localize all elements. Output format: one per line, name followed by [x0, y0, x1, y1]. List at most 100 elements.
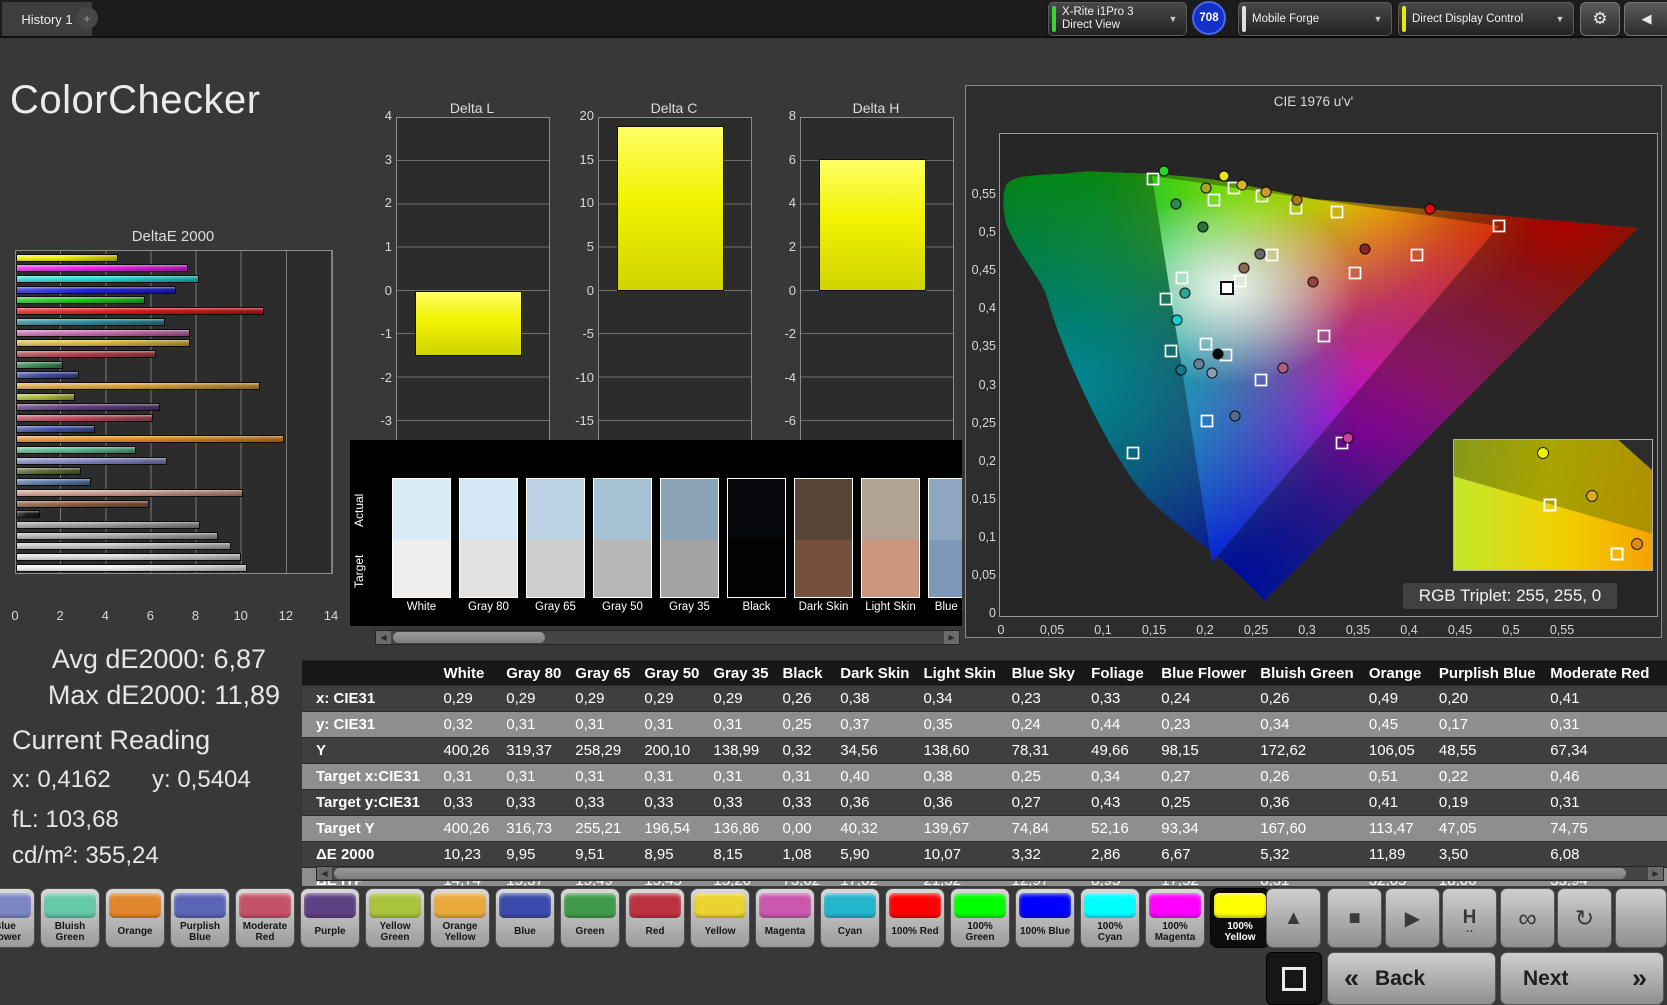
- settings-button[interactable]: ⚙: [1580, 2, 1620, 36]
- table-cell: 113,47: [1354, 815, 1425, 842]
- table-cell: 0,22: [1424, 763, 1537, 790]
- de-bar-blue-sky: [16, 478, 91, 487]
- pattern-button-red[interactable]: Red: [625, 888, 685, 948]
- pattern-button-magenta[interactable]: Magenta: [755, 888, 815, 948]
- cie-x-tick: 0,55: [1549, 623, 1575, 637]
- cie-y-tick: 0,4: [978, 301, 996, 316]
- pattern-button-100-cyan[interactable]: 100% Cyan: [1080, 888, 1140, 948]
- scroll-right-icon[interactable]: ▶: [1648, 867, 1663, 880]
- swatch-label: Light Skin: [865, 601, 916, 613]
- de-bar-gray-50: [16, 531, 218, 540]
- next-button[interactable]: Next »: [1500, 952, 1664, 1005]
- table-col-gray-35: Gray 35: [699, 660, 769, 686]
- pattern-button-100-green[interactable]: 100% Green: [950, 888, 1010, 948]
- back-button[interactable]: « Back: [1327, 952, 1496, 1005]
- delta-h-tick: -4: [784, 369, 796, 385]
- pattern-window-toggle[interactable]: [1266, 952, 1322, 1005]
- pattern-label: Orange Yellow: [442, 920, 478, 943]
- inset-measured-marker: [1585, 489, 1598, 502]
- table-row: y: CIE31 0,32 0,31 0,31 0,31 0,31 0,25 0,37 0,35…: [302, 711, 1667, 738]
- table-cell: 10,07: [909, 841, 998, 868]
- delta-c-chart: Delta C 20151050-5-10-15-20: [572, 95, 772, 490]
- table-cell: 0,31: [561, 711, 631, 738]
- chevrons-right-icon: »: [1631, 963, 1647, 993]
- table-col-light-skin: Light Skin: [909, 660, 998, 686]
- table-cell: 0,33: [492, 789, 562, 816]
- extra-button[interactable]: [1615, 888, 1667, 948]
- cie-measured-marker: [1260, 186, 1272, 198]
- table-cell: 6,67: [1147, 841, 1247, 868]
- swatch-actual: [862, 479, 919, 540]
- table-scrollbar[interactable]: ◀ ▶: [316, 866, 1664, 881]
- de-bar-blue: [16, 371, 80, 380]
- table-corner: [302, 660, 430, 686]
- pattern-button-orange[interactable]: Orange: [105, 888, 165, 948]
- pattern-button-orange-yellow[interactable]: Orange Yellow: [430, 888, 490, 948]
- add-tab-button[interactable]: +: [76, 7, 98, 29]
- table-cell: 0,31: [492, 711, 562, 738]
- refresh-button[interactable]: ↻: [1557, 888, 1612, 948]
- table-cell: 1,08: [768, 841, 827, 868]
- play-button[interactable]: ▶: [1385, 888, 1440, 948]
- pattern-button-yellow[interactable]: Yellow: [690, 888, 750, 948]
- collapse-panel-button[interactable]: ◀: [1624, 2, 1667, 36]
- meter-dropdown[interactable]: X-Rite i1Pro 3 Direct View ▼: [1048, 2, 1187, 36]
- pattern-label: Bluish Green: [54, 920, 86, 943]
- de-bar-red: [16, 349, 156, 358]
- stop-button[interactable]: ■: [1327, 888, 1382, 948]
- pattern-button-green[interactable]: Green: [560, 888, 620, 948]
- collapse-up-button[interactable]: ▲: [1266, 888, 1321, 948]
- swatch-label: Blue Sky: [934, 601, 962, 613]
- de-bar-100-blue: [16, 285, 177, 294]
- de-bar-100-red: [16, 307, 265, 316]
- pattern-button-moderate-red[interactable]: Moderate Red: [235, 888, 295, 948]
- pattern-color-swatch: [694, 893, 746, 918]
- pattern-button-100-red[interactable]: 100% Red: [885, 888, 945, 948]
- chevron-down-icon: ▼: [1168, 14, 1178, 24]
- table-cell: 0,34: [1246, 711, 1355, 738]
- page-title: ColorChecker: [10, 78, 261, 122]
- pattern-label: Yellow: [704, 926, 736, 937]
- de2000-x-tick: 8: [191, 608, 200, 623]
- scroll-left-icon[interactable]: ◀: [376, 631, 391, 644]
- pattern-button-bluish-green[interactable]: Bluish Green: [40, 888, 100, 948]
- chevron-down-icon: ▼: [1373, 14, 1383, 24]
- cie-x-tick: 0,2: [1196, 623, 1214, 637]
- scroll-left-icon[interactable]: ◀: [317, 867, 332, 880]
- table-cell: 74,84: [997, 815, 1078, 842]
- table-cell: 0,33: [699, 789, 769, 816]
- pattern-window-button[interactable]: H: [1442, 888, 1497, 948]
- table-col-white: White: [429, 660, 493, 686]
- cie-measured-marker: [1238, 262, 1250, 274]
- cie-x-tick: 0,5: [1502, 623, 1520, 637]
- delta-l-plot: [396, 117, 550, 465]
- scrollbar-thumb[interactable]: [393, 632, 545, 643]
- table-cell: 139,67: [909, 815, 998, 842]
- pattern-label: 100% Blue: [1019, 926, 1071, 937]
- swatch-label: Gray 50: [602, 601, 643, 613]
- pattern-button-100-blue[interactable]: 100% Blue: [1015, 888, 1075, 948]
- table-cell: 47,05: [1424, 815, 1537, 842]
- pattern-button-blue[interactable]: Blue: [495, 888, 555, 948]
- pattern-button-cyan[interactable]: Cyan: [820, 888, 880, 948]
- source-dropdown[interactable]: Mobile Forge ▼: [1238, 2, 1392, 36]
- pattern-button-100-magenta[interactable]: 100% Magenta: [1145, 888, 1205, 948]
- pattern-button-yellow-green[interactable]: Yellow Green: [365, 888, 425, 948]
- pattern-button-purplish-blue[interactable]: Purplish Blue: [170, 888, 230, 948]
- scroll-right-icon[interactable]: ▶: [944, 631, 959, 644]
- table-cell: 0,25: [1147, 789, 1247, 816]
- scrollbar-thumb[interactable]: [334, 868, 1626, 879]
- pattern-button-blue-flower[interactable]: Blue Flower: [0, 888, 35, 948]
- session-count-badge[interactable]: 708: [1192, 1, 1226, 35]
- table-cell: 0,31: [492, 763, 562, 790]
- delta-c-tick: 15: [579, 151, 594, 167]
- pattern-button-purple[interactable]: Purple: [300, 888, 360, 948]
- loop-button[interactable]: ∞: [1500, 888, 1555, 948]
- swatch-strip-scrollbar[interactable]: ◀ ▶: [375, 630, 960, 645]
- de-bar-yellow: [16, 339, 190, 348]
- inset-target-marker: [1610, 547, 1624, 561]
- workflow-dropdown[interactable]: Direct Display Control ▼: [1398, 2, 1574, 36]
- pattern-button-100-yellow[interactable]: 100% Yellow: [1210, 888, 1270, 948]
- cie-measured-marker: [1291, 194, 1303, 206]
- delta-h-tick: 0: [788, 282, 796, 298]
